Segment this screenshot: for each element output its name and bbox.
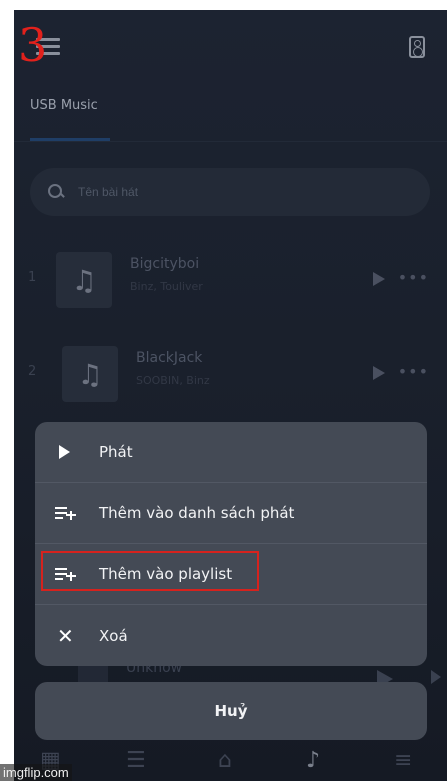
song-artist: SOOBIN, Binz bbox=[136, 374, 210, 387]
action-play[interactable]: Phát bbox=[35, 422, 427, 483]
cancel-button[interactable]: Huỷ bbox=[35, 682, 427, 740]
song-artist: Binz, Touliver bbox=[130, 280, 203, 293]
bottom-nav: ▦ ☰ ⌂ ♪ ≡ bbox=[14, 742, 447, 781]
song-row[interactable]: 1 ♫ Bigcityboi Binz, Touliver ••• bbox=[14, 246, 447, 316]
list-icon[interactable]: ☰ bbox=[126, 748, 146, 773]
more-options-icon[interactable]: ••• bbox=[398, 362, 429, 381]
action-add-to-playlist[interactable]: Thêm vào playlist bbox=[35, 544, 427, 605]
action-label: Thêm vào danh sách phát bbox=[99, 504, 295, 522]
watermark: imgflip.com bbox=[0, 764, 72, 781]
play-icon bbox=[59, 445, 70, 459]
menu-icon[interactable]: ≡ bbox=[394, 748, 412, 773]
music-note-icon: ♫ bbox=[77, 357, 103, 391]
song-index: 1 bbox=[28, 270, 37, 285]
music-note-icon: ♫ bbox=[71, 263, 97, 297]
action-label: Xoá bbox=[99, 626, 128, 645]
music-note-icon[interactable]: ♪ bbox=[306, 748, 320, 773]
tab-divider bbox=[14, 141, 447, 142]
search-input[interactable] bbox=[78, 185, 378, 199]
speaker-icon[interactable] bbox=[409, 36, 425, 58]
search-icon bbox=[48, 184, 64, 200]
action-delete[interactable]: ✕ Xoá bbox=[35, 605, 427, 666]
song-title: Bigcityboi bbox=[130, 256, 200, 272]
song-title: BlackJack bbox=[136, 350, 203, 366]
more-options-icon[interactable]: ••• bbox=[398, 268, 429, 287]
action-label: Phát bbox=[99, 443, 133, 461]
app-screen: 3 USB Music 1 ♫ Bigcityboi Binz, Toulive… bbox=[14, 10, 447, 781]
play-icon[interactable] bbox=[373, 272, 385, 286]
album-art: ♫ bbox=[56, 252, 112, 308]
song-row[interactable]: 2 ♫ BlackJack SOOBIN, Binz ••• bbox=[14, 340, 447, 410]
play-icon[interactable] bbox=[373, 366, 385, 380]
next-icon[interactable] bbox=[431, 670, 441, 684]
playlist-add-icon bbox=[55, 567, 76, 581]
album-art: ♫ bbox=[62, 346, 118, 402]
action-sheet: Phát Thêm vào danh sách phát Thêm vào pl… bbox=[35, 422, 427, 666]
song-index: 2 bbox=[28, 364, 37, 379]
search-bar[interactable] bbox=[30, 168, 430, 216]
tab-usb-music[interactable]: USB Music bbox=[30, 98, 98, 113]
action-add-to-queue[interactable]: Thêm vào danh sách phát bbox=[35, 483, 427, 544]
step-number: 3 bbox=[18, 18, 48, 72]
home-icon[interactable]: ⌂ bbox=[218, 748, 232, 773]
close-icon: ✕ bbox=[57, 623, 74, 648]
playlist-add-icon bbox=[55, 506, 76, 520]
